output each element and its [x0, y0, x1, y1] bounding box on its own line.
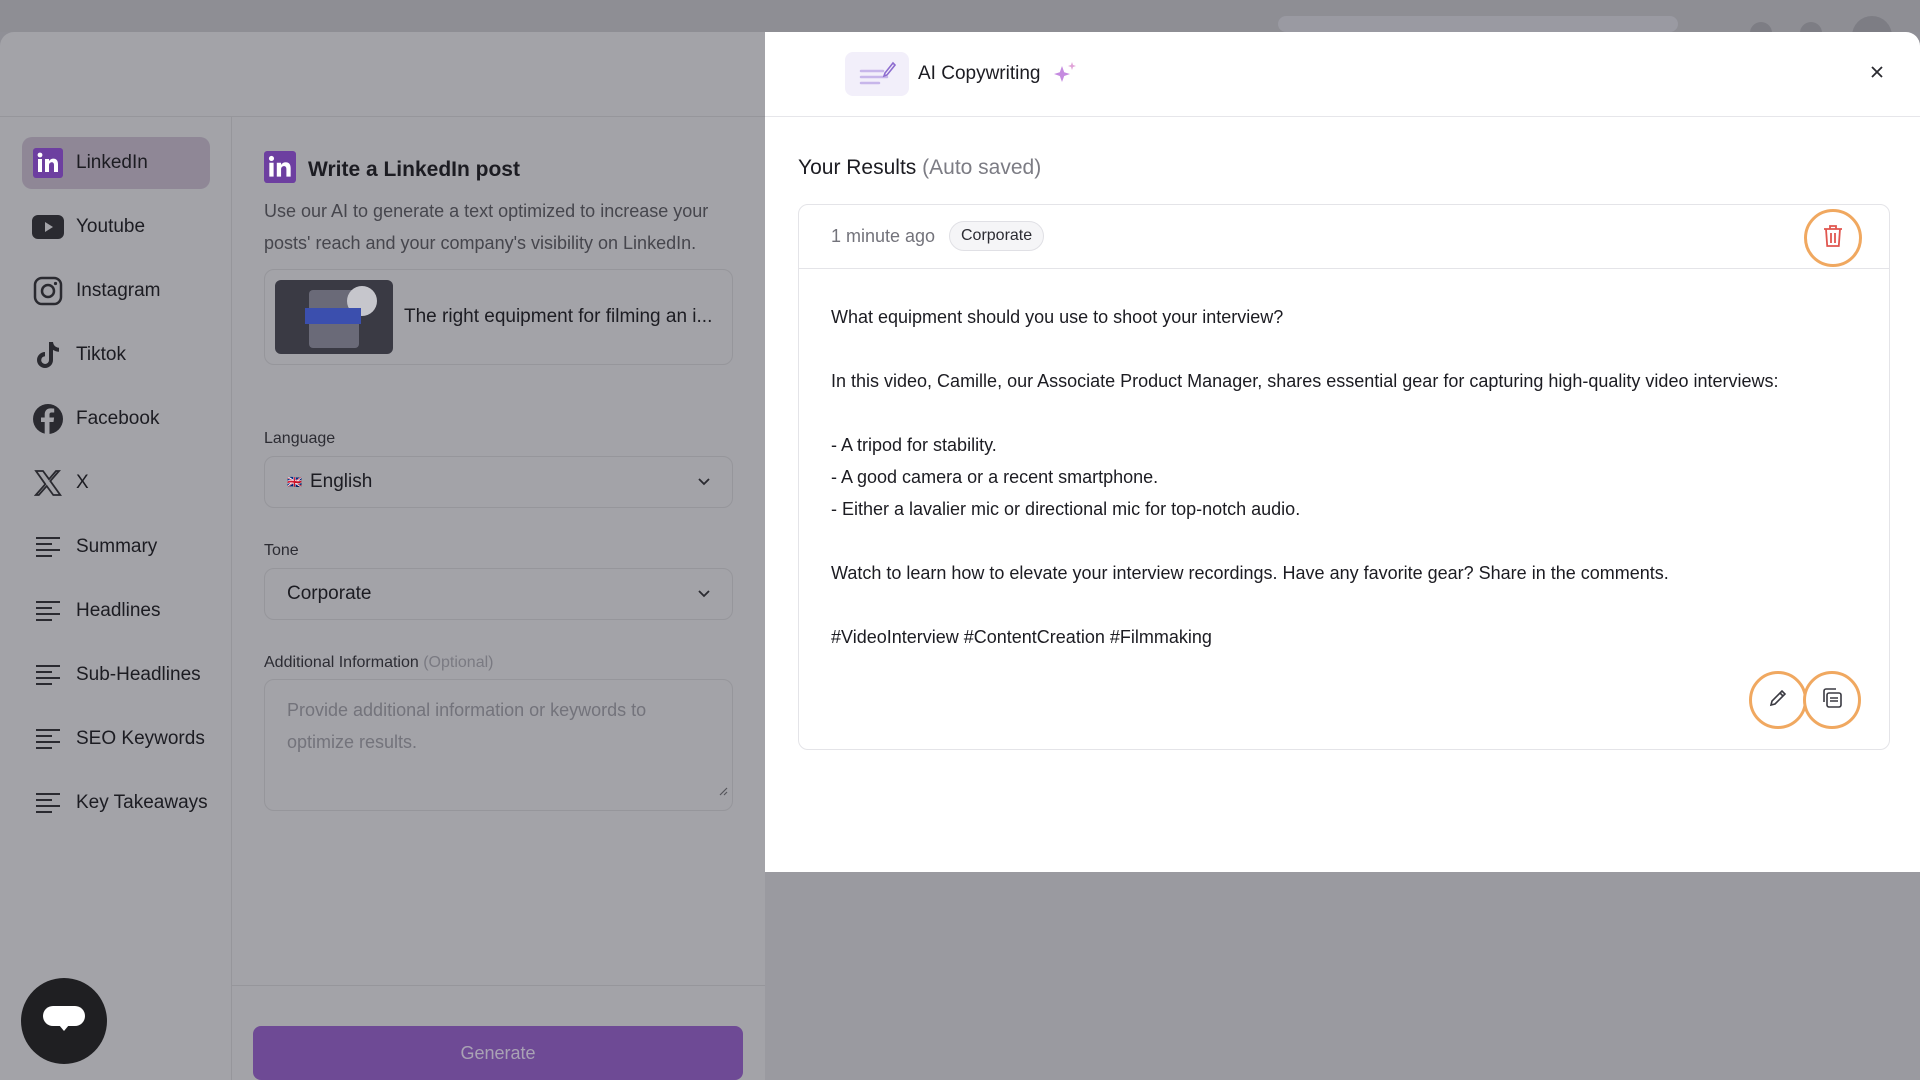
tone-select[interactable]: Corporate	[264, 568, 733, 620]
auto-saved-note: (Auto saved)	[922, 156, 1042, 179]
post-line: Watch to learn how to elevate your inter…	[831, 563, 1669, 583]
additional-info-textarea[interactable]: Provide additional information or keywor…	[264, 679, 733, 811]
language-label: Language	[264, 430, 336, 447]
sidebar-item-label: Tiktok	[76, 344, 126, 365]
ai-copywriting-modal: LinkedIn Youtube Instagram Tiktok Facebo…	[0, 32, 1920, 1080]
sidebar-item-label: Facebook	[76, 408, 160, 429]
tone-value: Corporate	[287, 583, 372, 604]
results-title: Your Results (Auto saved)	[798, 156, 1041, 180]
app-title: AI Copywriting	[918, 63, 1041, 84]
language-value: English	[309, 471, 373, 492]
copy-button[interactable]	[1803, 671, 1861, 729]
sidebar-item-x[interactable]: X	[22, 457, 210, 509]
video-thumbnail	[275, 280, 393, 354]
sidebar-item-label: Youtube	[76, 216, 146, 237]
post-line: - A good camera or a recent smartphone.	[831, 467, 1159, 487]
results-title-text: Your Results	[798, 156, 917, 179]
linkedin-icon	[264, 151, 296, 188]
results-header: AI Copywriting	[765, 32, 1920, 117]
result-card: 1 minute ago Corporate What equipment sh…	[798, 204, 1890, 750]
sidebar-item-summary[interactable]: Summary	[22, 521, 210, 573]
sidebar-item-sub-headlines[interactable]: Sub-Headlines	[22, 649, 210, 701]
sidebar-item-label: SEO Keywords	[76, 728, 205, 749]
optional-hint: (Optional)	[423, 654, 494, 671]
post-line	[831, 589, 1861, 621]
additional-info-label-text: Additional Information	[264, 654, 419, 671]
tone-badge: Corporate	[949, 221, 1045, 251]
chat-support-button[interactable]	[21, 978, 107, 1064]
chat-icon	[41, 1002, 87, 1041]
delete-button[interactable]	[1804, 209, 1862, 267]
tone-label: Tone	[264, 542, 299, 559]
sidebar: LinkedIn Youtube Instagram Tiktok Facebo…	[0, 117, 232, 1080]
sidebar-item-label: Key Takeaways	[76, 792, 208, 813]
selected-video-card[interactable]: The right equipment for filming an i...	[264, 269, 733, 365]
lines-icon	[32, 531, 64, 563]
chevron-down-icon	[696, 585, 712, 607]
sidebar-item-headlines[interactable]: Headlines	[22, 585, 210, 637]
trash-icon	[1822, 224, 1844, 253]
lines-icon	[32, 659, 64, 691]
video-title: The right equipment for filming an i...	[404, 306, 713, 327]
sidebar-item-label: Headlines	[76, 600, 161, 621]
sidebar-item-label: Sub-Headlines	[76, 664, 201, 685]
results-panel: AI Copywriting Your Results (Auto saved)…	[765, 32, 1920, 872]
close-icon	[1869, 64, 1885, 85]
x-icon	[32, 467, 64, 499]
resize-grip-icon[interactable]	[718, 774, 728, 806]
background-app-topbar	[0, 0, 1920, 56]
sidebar-item-tiktok[interactable]: Tiktok	[22, 329, 210, 381]
copy-icon	[1820, 686, 1844, 715]
linkedin-icon	[32, 147, 64, 179]
sidebar-item-key-takeaways[interactable]: Key Takeaways	[22, 777, 210, 829]
sidebar-item-youtube[interactable]: Youtube	[22, 201, 210, 253]
sidebar-item-instagram[interactable]: Instagram	[22, 265, 210, 317]
result-card-header: 1 minute ago Corporate	[799, 205, 1889, 269]
edit-button[interactable]	[1749, 671, 1807, 729]
close-button[interactable]	[1865, 62, 1889, 86]
left-header	[0, 32, 765, 117]
post-line	[831, 333, 1861, 365]
sidebar-item-label: Summary	[76, 536, 158, 557]
modal-overlay-area	[765, 872, 1920, 1080]
post-line: - A tripod for stability.	[831, 435, 997, 455]
additional-info-label: Additional Information (Optional)	[264, 654, 493, 672]
additional-info-placeholder: Provide additional information or keywor…	[287, 700, 647, 752]
copywriting-icon	[845, 52, 909, 96]
form-description: Use our AI to generate a text optimized …	[264, 201, 709, 253]
sidebar-item-seo-keywords[interactable]: SEO Keywords	[22, 713, 210, 765]
chevron-down-icon	[696, 473, 712, 495]
post-line	[831, 525, 1861, 557]
sidebar-item-label: LinkedIn	[76, 152, 148, 173]
result-timestamp: 1 minute ago	[831, 226, 936, 246]
generated-post-text: What equipment should you use to shoot y…	[831, 301, 1861, 653]
form-title-text: Write a LinkedIn post	[308, 157, 520, 181]
lines-icon	[32, 787, 64, 819]
post-form: Write a LinkedIn post Use our AI to gene…	[232, 117, 765, 1080]
background-search-bar	[1278, 16, 1678, 32]
post-line: In this video, Camille, our Associate Pr…	[831, 371, 1779, 391]
sidebar-item-facebook[interactable]: Facebook	[22, 393, 210, 445]
facebook-icon	[32, 403, 64, 435]
generate-button[interactable]: Generate	[253, 1026, 743, 1080]
sidebar-item-linkedin[interactable]: LinkedIn	[22, 137, 210, 189]
post-line: What equipment should you use to shoot y…	[831, 307, 1284, 327]
language-select[interactable]: 🇬🇧 English	[264, 456, 733, 508]
post-line	[831, 397, 1861, 429]
sparkle-icon	[1052, 60, 1078, 91]
youtube-icon	[32, 211, 64, 243]
post-line: - Either a lavalier mic or directional m…	[831, 499, 1301, 519]
left-pane: LinkedIn Youtube Instagram Tiktok Facebo…	[0, 32, 765, 1080]
instagram-icon	[32, 275, 64, 307]
sidebar-item-label: X	[76, 472, 89, 493]
lines-icon	[32, 595, 64, 627]
uk-flag-icon: 🇬🇧	[287, 475, 302, 489]
form-title: Write a LinkedIn post	[264, 151, 520, 188]
lines-icon	[32, 723, 64, 755]
pencil-icon	[1767, 687, 1789, 714]
tiktok-icon	[32, 339, 64, 371]
sidebar-item-label: Instagram	[76, 280, 161, 301]
post-line: #VideoInterview #ContentCreation #Filmma…	[831, 627, 1212, 647]
